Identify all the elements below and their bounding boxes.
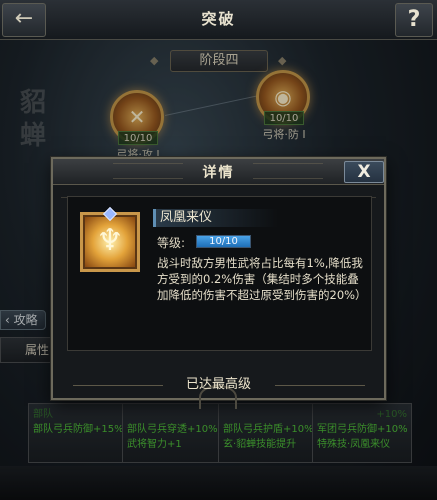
title-deco-right xyxy=(253,163,323,179)
status-deco-left xyxy=(73,385,163,386)
level-bar: 10/10 xyxy=(196,235,251,248)
close-button[interactable]: X xyxy=(344,161,384,183)
close-icon: X xyxy=(357,162,371,182)
phoenix-emblem-icon: ♆ xyxy=(80,206,140,272)
detail-modal: 详情 X ♆ 凤凰来仪 等级: 10/10 战斗时敌方男性武将占比每有1%,降低… xyxy=(51,157,386,409)
status-deco-right xyxy=(275,385,365,386)
max-level-status: 已达最高级 xyxy=(185,377,251,392)
page-title: 突破 xyxy=(201,10,236,28)
help-button[interactable]: ? xyxy=(395,3,433,37)
level-label: 等级: xyxy=(157,236,186,250)
modal-title: 详情 xyxy=(202,165,235,181)
top-bar: ← 突破 ? xyxy=(0,0,437,40)
level-value: 10/10 xyxy=(209,236,238,247)
skill-name: 凤凰来仪 xyxy=(153,209,278,227)
skill-description: 战斗时敌方男性武将占比每有1%,降低我方受到的0.2%伤害（集结时多个技能叠加降… xyxy=(157,256,367,302)
skill-panel: ♆ 凤凰来仪 等级: 10/10 战斗时敌方男性武将占比每有1%,降低我方受到的… xyxy=(67,196,372,351)
modal-header: 详情 X xyxy=(53,159,384,185)
phoenix-glyph: ♆ xyxy=(96,223,124,258)
gem-icon xyxy=(102,206,118,222)
